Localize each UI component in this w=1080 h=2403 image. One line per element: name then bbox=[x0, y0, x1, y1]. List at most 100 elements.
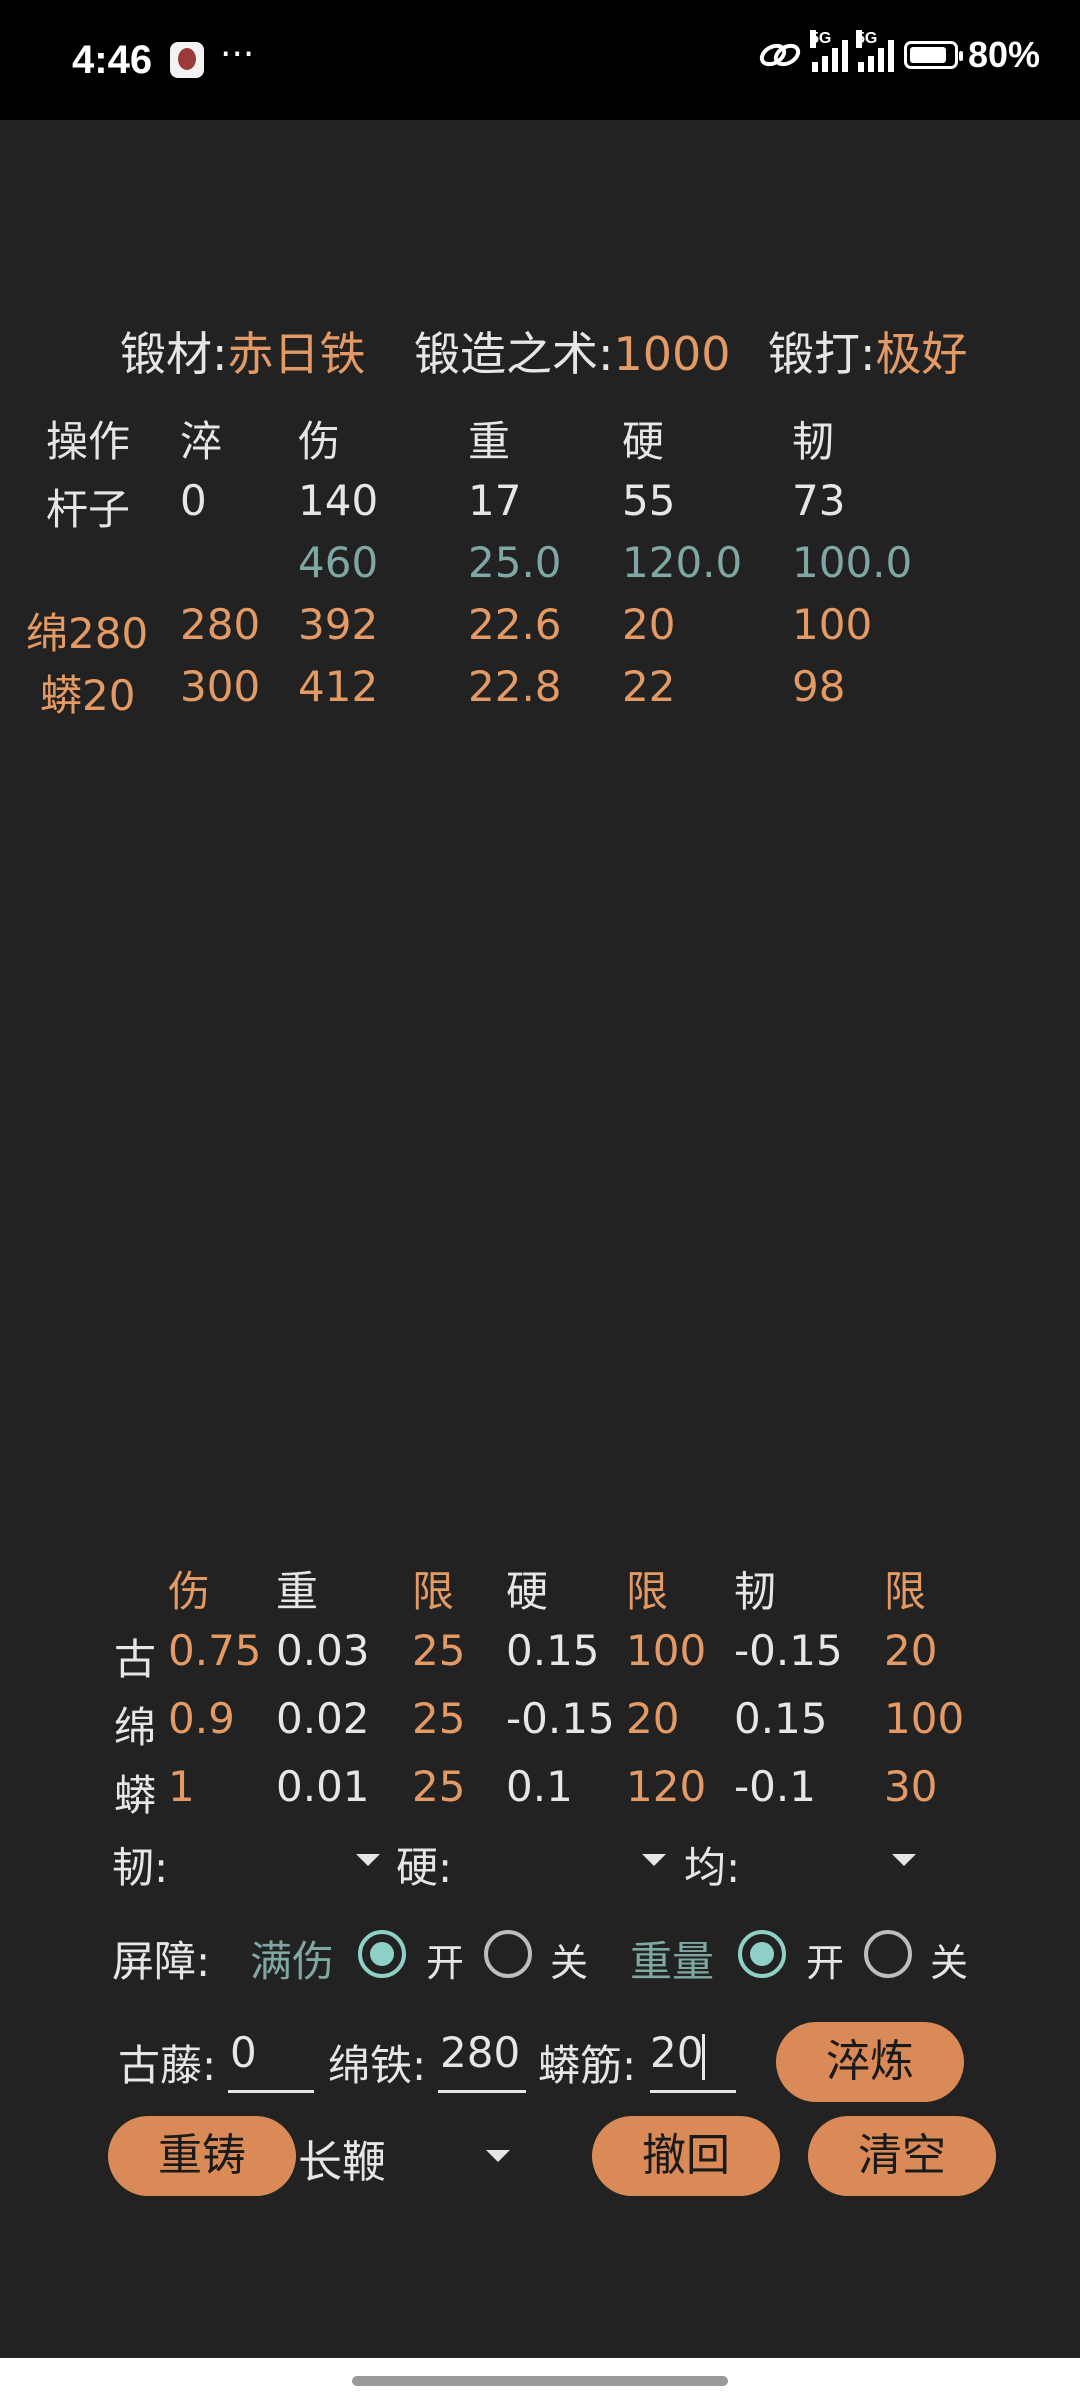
table-cell: 140 bbox=[298, 476, 379, 525]
mianti-input[interactable]: 280 bbox=[440, 2028, 520, 2077]
weight-off-label[interactable]: 关 bbox=[930, 1932, 968, 1987]
toughness-label: 韧: bbox=[112, 1843, 169, 1892]
table-header: 限 bbox=[412, 1567, 455, 1616]
table-cell: 460 bbox=[298, 538, 379, 587]
recast-button[interactable]: 重铸 bbox=[108, 2116, 296, 2196]
table-cell: 1 bbox=[168, 1762, 195, 1811]
battery-icon bbox=[903, 41, 963, 69]
table-cell: 98 bbox=[792, 662, 846, 711]
table-header: 操作 bbox=[46, 417, 131, 466]
mangjin-input-underline bbox=[650, 2090, 736, 2093]
mangjin-label: 蟒筋: bbox=[538, 2041, 637, 2090]
table-cell: 17 bbox=[468, 476, 522, 525]
table-cell: 100 bbox=[626, 1626, 707, 1675]
skill-summary: 锻造之术:1000 bbox=[414, 327, 731, 381]
table-cell: 22.8 bbox=[468, 662, 562, 711]
shield-label: 屏障: bbox=[112, 1937, 211, 1986]
material-summary: 锻材:赤日铁 bbox=[120, 327, 366, 381]
table-cell: 0.03 bbox=[276, 1626, 370, 1675]
table-header: 伤 bbox=[298, 417, 341, 466]
chevron-down-icon[interactable] bbox=[892, 1854, 916, 1866]
table-cell: 绵280 bbox=[26, 609, 149, 658]
table-cell: 蟒20 bbox=[40, 671, 136, 720]
table-cell: 55 bbox=[622, 476, 676, 525]
table-cell: 392 bbox=[298, 600, 379, 649]
table-cell: 100 bbox=[884, 1694, 965, 1743]
chevron-down-icon[interactable] bbox=[486, 2150, 510, 2162]
table-cell: 20 bbox=[626, 1694, 680, 1743]
table-cell: 25 bbox=[412, 1626, 466, 1675]
mangjin-input[interactable]: 20 bbox=[650, 2028, 703, 2077]
text-cursor bbox=[702, 2034, 705, 2080]
clear-button[interactable]: 清空 bbox=[808, 2116, 996, 2196]
table-cell: 0.01 bbox=[276, 1762, 370, 1811]
table-cell: 20 bbox=[622, 600, 676, 649]
table-cell: 22 bbox=[622, 662, 676, 711]
table-cell: 0.15 bbox=[506, 1626, 600, 1675]
weight-label: 重量 bbox=[630, 1937, 715, 1986]
table-cell: 古 bbox=[114, 1635, 157, 1684]
weight-on-label[interactable]: 开 bbox=[806, 1932, 844, 1987]
table-header: 韧 bbox=[792, 417, 835, 466]
table-cell: 30 bbox=[884, 1762, 938, 1811]
table-cell: 300 bbox=[180, 662, 261, 711]
table-cell: 蟒 bbox=[114, 1771, 157, 1820]
forge-summary: 锻打:极好 bbox=[768, 327, 968, 381]
table-cell: 25 bbox=[412, 1694, 466, 1743]
table-cell: 0.9 bbox=[168, 1694, 235, 1743]
table-cell: 73 bbox=[792, 476, 846, 525]
full-damage-off-radio[interactable] bbox=[484, 1930, 532, 1978]
table-cell: 412 bbox=[298, 662, 379, 711]
mianti-label: 绵铁: bbox=[328, 2041, 427, 2090]
weapon-select-value[interactable]: 长鞭 bbox=[298, 2126, 386, 2190]
signal-icon: 5G bbox=[855, 30, 894, 72]
full-damage-on-radio[interactable] bbox=[358, 1930, 406, 1978]
table-cell: -0.1 bbox=[734, 1762, 816, 1811]
hardness-label: 硬: bbox=[396, 1843, 453, 1892]
table-header: 硬 bbox=[622, 417, 665, 466]
app-notification-icon bbox=[170, 42, 204, 78]
table-cell: 100 bbox=[792, 600, 873, 649]
full-damage-off-label[interactable]: 关 bbox=[550, 1932, 588, 1987]
undo-button[interactable]: 撤回 bbox=[592, 2116, 780, 2196]
table-cell: 22.6 bbox=[468, 600, 562, 649]
table-cell: -0.15 bbox=[734, 1626, 843, 1675]
status-time: 4:46 bbox=[72, 38, 153, 82]
table-cell: 25 bbox=[412, 1762, 466, 1811]
table-header: 伤 bbox=[168, 1567, 211, 1616]
table-header: 限 bbox=[626, 1567, 669, 1616]
full-damage-on-label[interactable]: 开 bbox=[426, 1932, 464, 1987]
average-label: 均: bbox=[684, 1843, 741, 1892]
table-cell: 120.0 bbox=[622, 538, 743, 587]
battery-percent: 80% bbox=[967, 34, 1040, 75]
table-header: 韧 bbox=[734, 1567, 777, 1616]
table-cell: 0 bbox=[180, 476, 207, 525]
full-damage-label: 满伤 bbox=[250, 1937, 335, 1986]
link-icon bbox=[759, 43, 801, 67]
signal-icon: 5G bbox=[809, 30, 848, 72]
chevron-down-icon[interactable] bbox=[356, 1854, 380, 1866]
table-header: 限 bbox=[884, 1567, 927, 1616]
table-cell: 杆子 bbox=[46, 485, 131, 534]
guteng-label: 古藤: bbox=[118, 2041, 217, 2090]
guteng-input[interactable]: 0 bbox=[230, 2028, 257, 2077]
mianti-input-underline bbox=[438, 2090, 526, 2093]
table-header: 淬 bbox=[180, 417, 223, 466]
weight-off-radio[interactable] bbox=[864, 1930, 912, 1978]
table-cell: 20 bbox=[884, 1626, 938, 1675]
status-bar: 4:46 ··· 5G 5G 80% bbox=[0, 0, 1080, 120]
table-cell: 0.75 bbox=[168, 1626, 262, 1675]
more-notifications-icon: ··· bbox=[220, 34, 255, 75]
table-cell: 0.02 bbox=[276, 1694, 370, 1743]
table-cell: 0.15 bbox=[734, 1694, 828, 1743]
home-indicator[interactable] bbox=[352, 2376, 728, 2386]
table-header: 硬 bbox=[506, 1567, 549, 1616]
quench-button[interactable]: 淬炼 bbox=[776, 2022, 964, 2102]
guteng-input-underline bbox=[228, 2090, 314, 2093]
table-cell: 0.1 bbox=[506, 1762, 573, 1811]
chevron-down-icon[interactable] bbox=[642, 1854, 666, 1866]
table-cell: 100.0 bbox=[792, 538, 913, 587]
table-header: 重 bbox=[468, 417, 511, 466]
weight-on-radio[interactable] bbox=[738, 1930, 786, 1978]
table-cell: 120 bbox=[626, 1762, 707, 1811]
